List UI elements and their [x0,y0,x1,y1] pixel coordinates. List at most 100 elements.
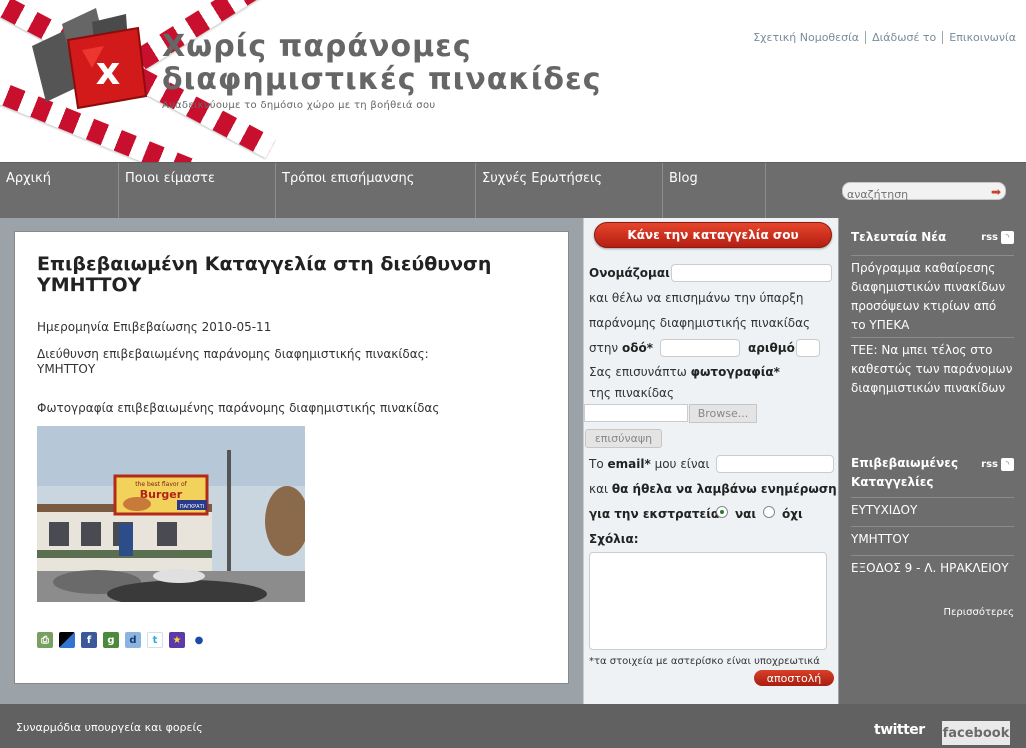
confirmed-item[interactable]: ΕΞΟΔΟΣ 9 - Λ. ΗΡΑΚΛΕΙΟΥ [851,555,1014,578]
street-line: στην οδό* [589,340,653,356]
file-path-input[interactable] [584,404,688,422]
required-note: *τα στοιχεία με αστερίσκο είναι υποχρεωτ… [589,656,820,667]
updates-line2: για την εκστρατεία [589,506,719,522]
search-arrow-icon[interactable]: ➡ [991,185,1001,199]
no-line: όχι [782,506,803,522]
report-form: Κάνε την καταγγελία σου Ονομάζομαι και θ… [583,218,838,704]
number-input[interactable] [796,339,820,357]
report-button[interactable]: Κάνε την καταγγελία σου [594,222,832,248]
rss-label: rss [981,459,998,470]
twitter-logo[interactable]: twitter [874,722,925,738]
delicious-icon[interactable] [59,632,75,648]
more-link[interactable]: Περισσότερες [944,607,1015,618]
confirmation-date: Ημερομηνία Επιβεβαίωσης 2010-05-11 [37,320,272,334]
attach-button[interactable]: επισύναψη [585,429,662,448]
sidebar: Τελευταία Νέα rss ◝ Πρόγραμμα καθαίρεσης … [839,218,1026,704]
header: x Χωρίς παράνομες διαφημιστικές πινακίδε… [0,0,1026,162]
svg-text:x: x [96,49,121,93]
yes-label: ναι [735,507,757,521]
confirmed-title: Επιβεβαιωμένες Καταγγελίες [851,454,958,492]
site-title-line2: διαφημιστικές πινακίδες [162,62,602,97]
logo-x-sign[interactable]: x [22,6,162,126]
updates-no-radio[interactable] [763,506,775,518]
link-legislation[interactable]: Σχετική Νομοθεσία [747,31,865,44]
confirmed-title-line2: Καταγγελίες [851,475,934,489]
favorite-icon[interactable]: ★ [169,632,185,648]
comments-textarea[interactable] [589,552,827,650]
site-title-line1: Χωρίς παράνομες [162,29,472,64]
comments-line: Σχόλια: [589,531,639,547]
email-suffix: μου είναι [654,457,710,471]
confirmed-item[interactable]: ΕΥΤΥΧΙΔΟΥ [851,497,1014,520]
digg-icon[interactable]: d [125,632,141,648]
billboard-photo[interactable]: the best flavor of Burger ΠΑΓΚΡΑΤΙ [37,426,305,602]
nav-blog[interactable]: Blog [663,163,766,218]
confirmed-rss[interactable]: rss ◝ [981,458,1014,471]
link-share[interactable]: Διάδωσέ το [865,31,942,44]
site-title[interactable]: Χωρίς παράνομες διαφημιστικές πινακίδες [162,30,602,96]
name-input[interactable] [671,264,832,282]
footer: Συναρμόδια υπουργεία και φορείς twitter … [0,704,1026,748]
updates-text2: για την εκστρατεία [589,507,720,521]
email-prefix: Το [589,457,604,471]
no-label: όχι [782,507,803,521]
nav-methods[interactable]: Τρόποι επισήμανσης [276,163,476,218]
number-line: αριθμό [748,340,795,356]
search-input[interactable] [843,186,983,203]
address-value: ΥΜΗΤΤΟΥ [37,362,96,376]
name-label: Ονομάζομαι [589,266,670,280]
updates-prefix: και [589,482,609,496]
twitter-icon[interactable]: t [147,632,163,648]
content-box: Επιβεβαιωμένη Καταγγελία στη διεύθυνση Υ… [14,231,569,684]
share-icons: ⎙ f g d t ★ ● [37,632,207,648]
photo-prefix: Σας επισυνάπτω [589,365,687,379]
news-item[interactable]: Πρόγραμμα καθαίρεσης διαφημιστικών πινακ… [851,255,1014,335]
street-prefix: στην [589,341,619,355]
name-line: Ονομάζομαι [589,265,670,281]
main-nav: Αρχική Ποιοι είμαστε Τρόποι επισήμανσης … [0,162,1026,218]
google-icon[interactable]: g [103,632,119,648]
photo-label: φωτογραφία* [690,365,780,379]
updates-line1: και θα ήθελα να λαμβάνω ενημέρωση [589,481,837,497]
facebook-logo[interactable]: facebook [942,721,1010,745]
yes-line: ναι [735,506,756,522]
nav-about[interactable]: Ποιοι είμαστε [119,163,276,218]
updates-yes-radio[interactable] [716,506,728,518]
print-icon[interactable]: ⎙ [37,632,53,648]
link-contact[interactable]: Επικοινωνία [942,31,1022,44]
news-item[interactable]: ΤΕΕ: Να μπει τέλος στο καθεστώς των παρά… [851,337,1014,398]
billboard-shop-sign: ΠΑΓΚΡΑΤΙ [180,504,204,510]
photo-line: Σας επισυνάπτω φωτογραφία* [589,364,780,380]
page-title: Επιβεβαιωμένη Καταγγελία στη διεύθυνση Υ… [37,253,492,296]
address-label: Διεύθυνση επιβεβαιωμένης παράνομης διαφη… [37,347,429,361]
email-label: email* [607,457,651,471]
myspace-icon[interactable]: ● [191,632,207,648]
photo-suffix: της πινακίδας [589,386,675,400]
browse-button[interactable]: Browse... [689,404,757,423]
rss-icon: ◝ [1001,458,1014,471]
top-links: Σχετική Νομοθεσία Διάδωσέ το Επικοινωνία [747,31,1022,44]
street-input[interactable] [660,339,740,357]
billboard-caption: the best flavor of [135,481,187,488]
submit-button[interactable]: αποστολή [754,670,834,686]
facebook-icon[interactable]: f [81,632,97,648]
number-label: αριθμό [748,341,795,355]
nav-home[interactable]: Αρχική [0,163,119,218]
news-title: Τελευταία Νέα [851,230,947,244]
news-rss[interactable]: rss ◝ [981,231,1014,244]
updates-text: θα ήθελα να λαμβάνω ενημέρωση [611,482,837,496]
page: x Χωρίς παράνομες διαφημιστικές πινακίδε… [0,0,1026,748]
intro-line2: και θέλω να επισημάνω την ύπαρξη [589,291,804,305]
footer-text[interactable]: Συναρμόδια υπουργεία και φορείς [16,721,203,734]
confirmed-title-line1: Επιβεβαιωμένες [851,456,959,470]
email-input[interactable] [716,455,834,473]
site-tagline: Αναδεικνύουμε το δημόσιο χώρο με τη βοήθ… [162,100,436,111]
rss-icon: ◝ [1001,231,1014,244]
rss-label: rss [981,232,998,243]
search-box: ➡ [842,182,1006,203]
confirmed-item[interactable]: ΥΜΗΤΤΟΥ [851,526,1014,549]
intro-line3: παράνομης διαφημιστικής πινακίδας [589,316,811,330]
photo-label: Φωτογραφία επιβεβαιωμένης παράνομης διαφ… [37,401,440,415]
comments-label: Σχόλια: [589,532,639,546]
nav-faq[interactable]: Συχνές Ερωτήσεις [476,163,663,218]
